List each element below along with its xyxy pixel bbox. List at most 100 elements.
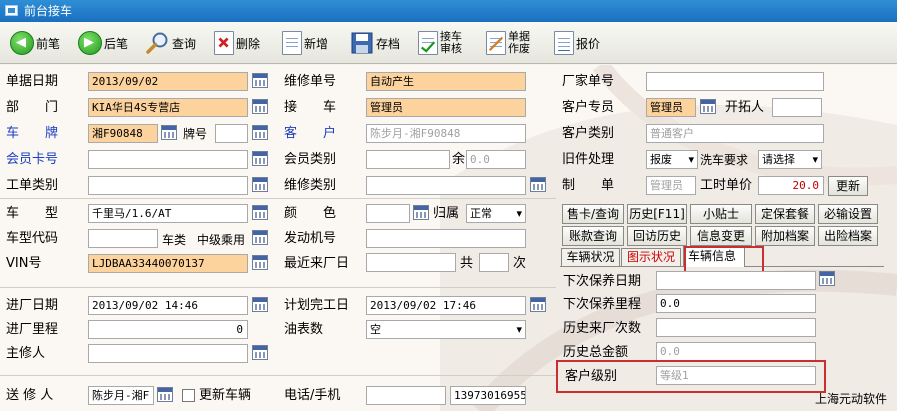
calendar-icon[interactable]	[252, 297, 268, 312]
maker-field[interactable]: 管理员	[646, 176, 696, 195]
arrow-right-icon: ▶	[78, 31, 102, 55]
lookup-icon[interactable]	[413, 205, 429, 220]
old-parts-dropdown[interactable]: 报废	[646, 150, 698, 169]
account-query-button[interactable]: 账款查询	[562, 226, 624, 246]
lookup-icon[interactable]	[161, 125, 177, 140]
phone-label: 电话/手机	[284, 388, 341, 403]
lookup-icon[interactable]	[252, 125, 268, 140]
hist-visits-label: 历史来厂次数	[563, 321, 642, 336]
last-visit-field[interactable]	[366, 253, 456, 272]
query-button[interactable]: 查询	[146, 26, 196, 60]
lookup-icon[interactable]	[252, 177, 268, 192]
refresh-button[interactable]: 更新	[828, 176, 868, 196]
lookup-icon[interactable]	[157, 387, 173, 402]
chief-repair-label: 主修人	[6, 346, 46, 361]
developer-label: 开拓人	[725, 100, 765, 115]
company-footer: 上海元动软件	[815, 392, 888, 406]
engine-no-field[interactable]	[366, 229, 526, 248]
accident-archive-button[interactable]: 出险档案	[818, 226, 878, 246]
plate-field[interactable]: 湘F90848	[88, 124, 158, 143]
lookup-icon[interactable]	[530, 177, 546, 192]
tab-diagram-status[interactable]: 图示状况	[621, 248, 681, 266]
sender-label: 送 修 人	[6, 388, 54, 403]
mobile-field[interactable]: 13973016955	[450, 386, 526, 405]
plan-done-label: 计划完工日	[284, 298, 350, 313]
customer-type-field[interactable]: 普通客户	[646, 124, 824, 143]
advisor-field[interactable]: 管理员	[646, 98, 696, 117]
receiver-field[interactable]: 管理员	[366, 98, 526, 117]
customer-field[interactable]: 陈步月-湘F90848	[366, 124, 526, 143]
toolbar: ◀ 前笔 ▶ 后笔 查询 删除 新增 存档 接车 审核 单据 作废 报价	[0, 22, 897, 64]
fuel-dropdown[interactable]: 空	[366, 320, 526, 339]
member-type-field[interactable]	[366, 150, 450, 169]
model-code-label: 车型代码	[6, 231, 59, 246]
extra-archive-button[interactable]: 附加档案	[755, 226, 815, 246]
lookup-icon[interactable]	[252, 230, 268, 245]
visit-history-button[interactable]: 回访历史	[627, 226, 687, 246]
tab-vehicle-status[interactable]: 车辆状况	[561, 248, 620, 266]
member-card-field[interactable]	[88, 150, 248, 169]
belong-dropdown[interactable]: 正常	[466, 204, 526, 223]
lookup-icon[interactable]	[252, 205, 268, 220]
phone-field[interactable]	[366, 386, 446, 405]
wash-dropdown[interactable]: 请选择	[758, 150, 822, 169]
car-model-field[interactable]: 千里马/1.6/AT	[88, 204, 248, 223]
void-doc-icon	[486, 31, 506, 55]
update-vehicle-checkbox[interactable]	[182, 389, 195, 402]
plan-done-field[interactable]: 2013/09/02 17:46	[366, 296, 526, 315]
calendar-icon[interactable]	[252, 99, 268, 114]
lookup-icon[interactable]	[252, 345, 268, 360]
repair-no-field[interactable]: 自动产生	[366, 72, 526, 91]
dept-field[interactable]: KIA华日4S专营店	[88, 98, 248, 117]
balance-field[interactable]: 0.0	[466, 150, 526, 169]
doc-date-field[interactable]: 2013/09/02	[88, 72, 248, 91]
hour-price-field[interactable]: 20.0	[758, 176, 824, 195]
repair-type-field[interactable]	[366, 176, 526, 195]
hist-visits-field[interactable]	[656, 318, 816, 337]
void-bill-button[interactable]: 单据 作废	[486, 26, 530, 60]
calendar-icon[interactable]	[252, 73, 268, 88]
prev-button[interactable]: ◀ 前笔	[10, 26, 60, 60]
history-button[interactable]: 历史[F11]	[627, 204, 687, 224]
tips-button[interactable]: 小贴士	[690, 204, 752, 224]
hist-total-field[interactable]: 0.0	[656, 342, 816, 361]
sender-field[interactable]: 陈步月-湘F	[88, 386, 154, 405]
maintenance-package-button[interactable]: 定保套餐	[755, 204, 815, 224]
new-doc-icon	[282, 31, 302, 55]
new-button[interactable]: 新增	[282, 26, 328, 60]
customer-label: 客 户	[284, 126, 337, 141]
in-date-field[interactable]: 2013/09/02 14:46	[88, 296, 248, 315]
lookup-icon[interactable]	[252, 255, 268, 270]
floppy-save-icon	[351, 32, 373, 54]
color-label: 颜 色	[284, 206, 337, 221]
lookup-icon[interactable]	[700, 99, 716, 114]
calendar-icon[interactable]	[530, 297, 546, 312]
visit-count-field[interactable]	[479, 253, 509, 272]
factory-no-field[interactable]	[646, 72, 824, 91]
lookup-icon[interactable]	[252, 151, 268, 166]
model-code-field[interactable]	[88, 229, 158, 248]
info-change-button[interactable]: 信息变更	[690, 226, 752, 246]
next-maint-date-field[interactable]	[656, 271, 816, 290]
arrow-left-icon: ◀	[10, 31, 34, 55]
required-settings-button[interactable]: 必输设置	[818, 204, 878, 224]
developer-field[interactable]	[772, 98, 822, 117]
customer-level-field[interactable]: 等级1	[656, 366, 816, 385]
calendar-icon[interactable]	[819, 271, 835, 286]
receive-audit-button[interactable]: 接车 审核	[418, 26, 462, 60]
quote-button[interactable]: 报价	[554, 26, 600, 60]
quote-doc-icon	[554, 31, 574, 55]
work-type-label: 工单类别	[6, 178, 59, 193]
color-field[interactable]	[366, 204, 410, 223]
card-query-button[interactable]: 售卡/查询	[562, 204, 624, 224]
vin-field[interactable]: LJDBAA33440070137	[88, 254, 248, 273]
work-type-field[interactable]	[88, 176, 248, 195]
engine-no-label: 发动机号	[284, 231, 337, 246]
chief-repair-field[interactable]	[88, 344, 248, 363]
next-button[interactable]: ▶ 后笔	[78, 26, 128, 60]
in-mileage-field[interactable]: 0	[88, 320, 248, 339]
next-maint-mileage-field[interactable]: 0.0	[656, 294, 816, 313]
plate-no-field[interactable]	[215, 124, 248, 143]
delete-button[interactable]: 删除	[214, 26, 260, 60]
save-button[interactable]: 存档	[350, 26, 400, 60]
